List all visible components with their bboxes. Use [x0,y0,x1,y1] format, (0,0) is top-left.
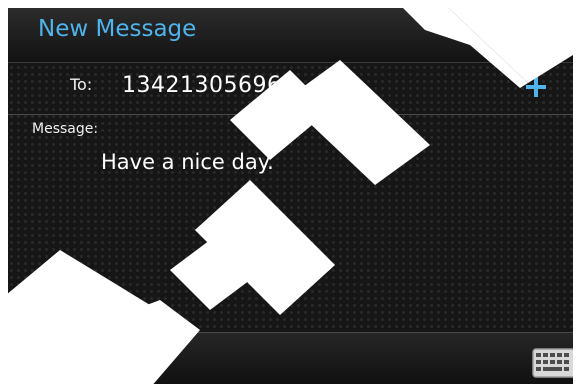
plus-icon[interactable] [525,76,547,98]
recipient-row: To: 13421305696 [8,62,573,115]
footer-bar [8,332,573,384]
back-arrow-icon[interactable] [529,24,559,54]
message-label: Message: [32,121,99,137]
recipient-label: To: [70,75,93,94]
recipient-field[interactable]: 13421305696 [122,73,281,98]
keyboard-icon[interactable] [532,348,573,378]
message-body[interactable]: Have a nice day. [101,150,274,174]
new-message-screen: New Message To: 13421305696 Message: Hav… [8,8,573,384]
header-bar: New Message [8,8,573,63]
envelope-send-icon[interactable] [38,346,74,384]
page-title: New Message [38,16,197,42]
